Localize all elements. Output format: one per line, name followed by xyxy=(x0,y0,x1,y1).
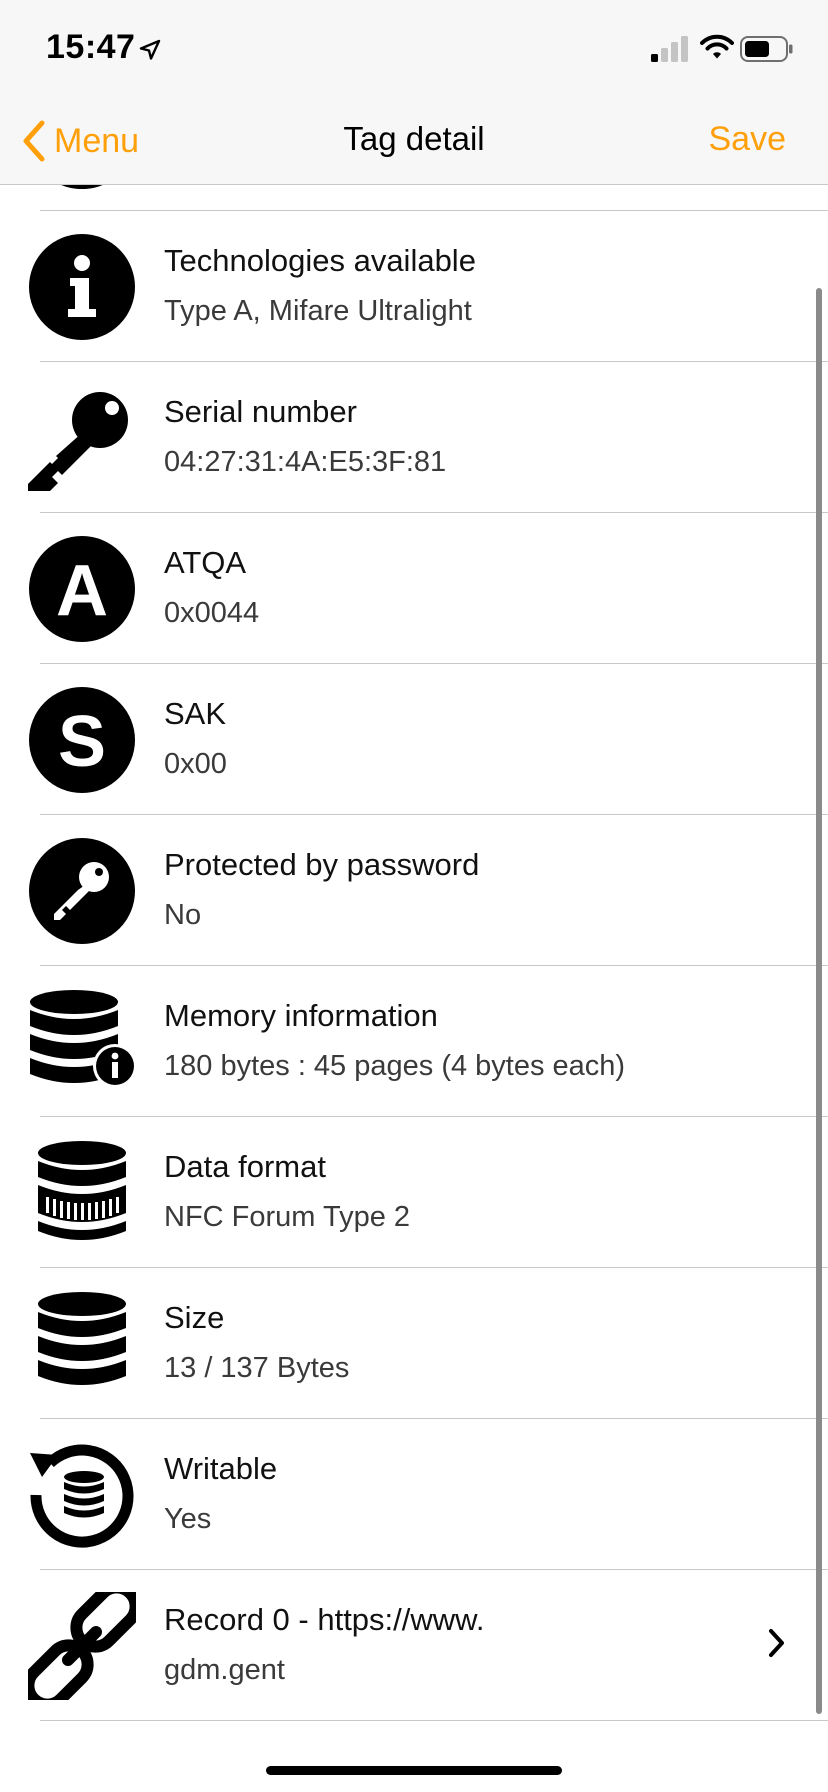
list-item-sak[interactable]: S SAK 0x00 xyxy=(0,664,828,815)
item-value: 0x0044 xyxy=(164,597,260,629)
item-value: Type A, Mifare Ultralight xyxy=(164,295,472,327)
cellular-signal-icon xyxy=(651,36,688,62)
database-icon xyxy=(28,1290,136,1398)
link-icon xyxy=(28,1592,136,1700)
list-item-technologies[interactable]: Technologies available Type A, Mifare Ul… xyxy=(0,211,828,362)
key-icon xyxy=(28,384,136,492)
item-title: Data format xyxy=(164,1149,326,1184)
home-indicator[interactable] xyxy=(266,1766,562,1775)
battery-icon xyxy=(740,36,793,62)
partial-icon xyxy=(46,185,118,189)
item-title: Protected by password xyxy=(164,847,480,882)
status-time: 15:47 xyxy=(46,28,136,66)
list-item-writable[interactable]: Writable Yes xyxy=(0,1419,828,1570)
item-value: NFC Forum Type 2 xyxy=(164,1201,411,1233)
item-title: Serial number xyxy=(164,394,357,429)
item-value: gdm.gent xyxy=(164,1654,285,1686)
chevron-right-icon xyxy=(769,1629,784,1657)
svg-text:A: A xyxy=(56,551,108,631)
page-title: Tag detail xyxy=(343,120,485,157)
item-value: 0x00 xyxy=(164,748,227,780)
item-title: SAK xyxy=(164,696,227,731)
item-value: 180 bytes : 45 pages (4 bytes each) xyxy=(164,1050,626,1082)
item-value: 04:27:31:4A:E5:3F:81 xyxy=(164,446,447,478)
database-refresh-icon xyxy=(28,1441,136,1549)
save-button[interactable]: Save xyxy=(709,120,787,159)
list-item-password-protection[interactable]: Protected by password No xyxy=(0,815,828,966)
database-barcode-icon xyxy=(28,1139,136,1247)
list-item-partial xyxy=(0,185,828,195)
item-title: Record 0 - https://www. xyxy=(164,1602,485,1637)
list-item-size[interactable]: Size 13 / 137 Bytes xyxy=(0,1268,828,1419)
item-title: Memory information xyxy=(164,998,438,1033)
location-arrow-icon xyxy=(139,39,161,60)
password-key-icon xyxy=(28,837,136,945)
tag-detail-list[interactable]: Technologies available Type A, Mifare Ul… xyxy=(0,185,828,1722)
info-icon xyxy=(28,233,136,341)
item-title: Size xyxy=(164,1300,225,1335)
item-value: Yes xyxy=(164,1503,212,1535)
item-value: No xyxy=(164,899,202,931)
list-item-data-format[interactable]: Data format NFC Forum Type 2 xyxy=(0,1117,828,1268)
status-bar: 15:47 xyxy=(0,0,828,98)
item-title: ATQA xyxy=(164,545,247,580)
letter-a-icon: A xyxy=(28,535,136,643)
scrollbar[interactable] xyxy=(816,288,822,1714)
list-item-serial-number[interactable]: Serial number 04:27:31:4A:E5:3F:81 xyxy=(0,362,828,513)
wifi-icon xyxy=(700,34,734,59)
list-item-atqa[interactable]: A ATQA 0x0044 xyxy=(0,513,828,664)
list-item-record-0[interactable]: Record 0 - https://www. gdm.gent xyxy=(0,1570,828,1721)
letter-s-icon: S xyxy=(28,686,136,794)
item-title: Writable xyxy=(164,1451,278,1486)
divider xyxy=(40,1720,828,1721)
database-info-icon xyxy=(28,988,136,1096)
item-title: Technologies available xyxy=(164,243,476,278)
svg-text:S: S xyxy=(58,702,106,782)
list-item-memory-information[interactable]: Memory information 180 bytes : 45 pages … xyxy=(0,966,828,1117)
navigation-bar: Menu Tag detail Save xyxy=(0,98,828,185)
item-value: 13 / 137 Bytes xyxy=(164,1352,350,1384)
